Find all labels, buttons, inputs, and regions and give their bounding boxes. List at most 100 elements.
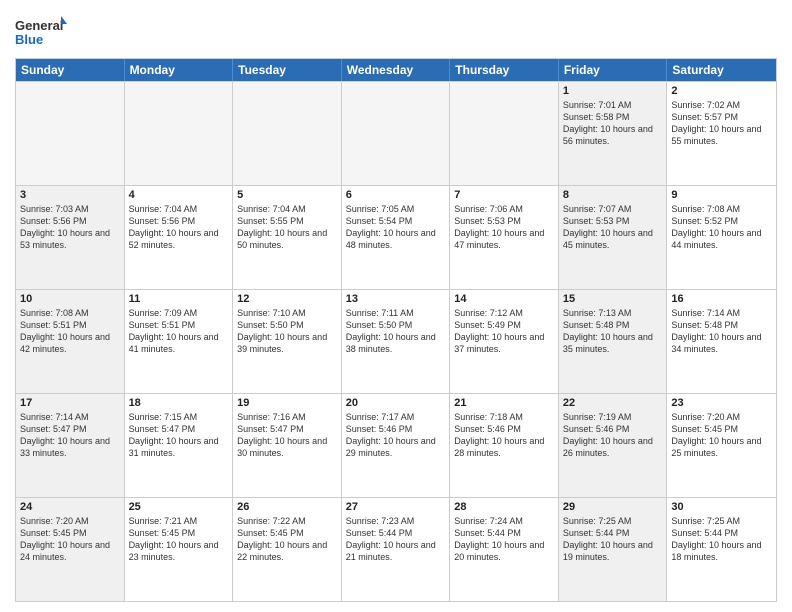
cal-cell-day-23: 23Sunrise: 7:20 AM Sunset: 5:45 PM Dayli… [667,394,776,497]
day-info: Sunrise: 7:04 AM Sunset: 5:56 PM Dayligh… [129,203,229,252]
day-info: Sunrise: 7:08 AM Sunset: 5:51 PM Dayligh… [20,307,120,356]
day-number: 13 [346,293,446,305]
day-number: 3 [20,189,120,201]
day-info: Sunrise: 7:05 AM Sunset: 5:54 PM Dayligh… [346,203,446,252]
calendar: SundayMondayTuesdayWednesdayThursdayFrid… [15,58,777,602]
day-number: 28 [454,501,554,513]
day-info: Sunrise: 7:15 AM Sunset: 5:47 PM Dayligh… [129,411,229,460]
svg-text:Blue: Blue [15,32,43,47]
cal-header-saturday: Saturday [667,59,776,81]
day-info: Sunrise: 7:12 AM Sunset: 5:49 PM Dayligh… [454,307,554,356]
day-info: Sunrise: 7:23 AM Sunset: 5:44 PM Dayligh… [346,515,446,564]
day-number: 15 [563,293,663,305]
day-info: Sunrise: 7:20 AM Sunset: 5:45 PM Dayligh… [20,515,120,564]
cal-cell-day-18: 18 Sunrise: 7:15 AM Sunset: 5:47 PM Dayli… [125,394,234,497]
day-info: Sunrise: 7:06 AM Sunset: 5:53 PM Dayligh… [454,203,554,252]
cal-cell-day-13: 13 Sunrise: 7:11 AM Sunset: 5:50 PM Dayli… [342,290,451,393]
cal-cell-day-20: 20 Sunrise: 7:17 AM Sunset: 5:46 PM Dayli… [342,394,451,497]
cal-row-1: 3Sunrise: 7:03 AM Sunset: 5:56 PM Daylig… [16,185,776,289]
day-number: 1 [563,85,663,97]
day-number: 16 [671,293,772,305]
day-info: Sunrise: 7:14 AM Sunset: 5:48 PM Dayligh… [671,307,772,356]
cal-cell-day-8: 8 Sunrise: 7:07 AM Sunset: 5:53 PM Daylig… [559,186,668,289]
day-info: Sunrise: 7:09 AM Sunset: 5:51 PM Dayligh… [129,307,229,356]
cal-cell-day-14: 14 Sunrise: 7:12 AM Sunset: 5:49 PM Dayli… [450,290,559,393]
cal-cell-day-17: 17Sunrise: 7:14 AM Sunset: 5:47 PM Dayli… [16,394,125,497]
cal-cell-day-9: 9Sunrise: 7:08 AM Sunset: 5:52 PM Daylig… [667,186,776,289]
day-number: 29 [563,501,663,513]
day-number: 21 [454,397,554,409]
day-number: 4 [129,189,229,201]
cal-cell-empty [342,82,451,185]
day-number: 23 [671,397,772,409]
day-number: 18 [129,397,229,409]
day-number: 8 [563,189,663,201]
day-info: Sunrise: 7:10 AM Sunset: 5:50 PM Dayligh… [237,307,337,356]
day-number: 14 [454,293,554,305]
day-info: Sunrise: 7:16 AM Sunset: 5:47 PM Dayligh… [237,411,337,460]
page: General Blue SundayMondayTuesdayWednesda… [0,0,792,612]
day-number: 26 [237,501,337,513]
logo: General Blue [15,14,67,50]
cal-cell-day-21: 21Sunrise: 7:18 AM Sunset: 5:46 PM Dayli… [450,394,559,497]
logo-svg: General Blue [15,14,67,50]
day-info: Sunrise: 7:17 AM Sunset: 5:46 PM Dayligh… [346,411,446,460]
calendar-body: 1 Sunrise: 7:01 AM Sunset: 5:58 PM Daylig… [16,81,776,601]
cal-cell-day-12: 12Sunrise: 7:10 AM Sunset: 5:50 PM Dayli… [233,290,342,393]
cal-header-sunday: Sunday [16,59,125,81]
day-info: Sunrise: 7:13 AM Sunset: 5:48 PM Dayligh… [563,307,663,356]
day-number: 22 [563,397,663,409]
cal-cell-day-7: 7 Sunrise: 7:06 AM Sunset: 5:53 PM Daylig… [450,186,559,289]
cal-cell-day-24: 24 Sunrise: 7:20 AM Sunset: 5:45 PM Dayli… [16,498,125,601]
cal-row-3: 17Sunrise: 7:14 AM Sunset: 5:47 PM Dayli… [16,393,776,497]
day-number: 25 [129,501,229,513]
cal-cell-empty [450,82,559,185]
day-info: Sunrise: 7:01 AM Sunset: 5:58 PM Dayligh… [563,99,663,148]
day-number: 2 [671,85,772,97]
cal-cell-day-1: 1 Sunrise: 7:01 AM Sunset: 5:58 PM Daylig… [559,82,668,185]
day-number: 24 [20,501,120,513]
cal-cell-day-30: 30 Sunrise: 7:25 AM Sunset: 5:44 PM Dayli… [667,498,776,601]
day-info: Sunrise: 7:07 AM Sunset: 5:53 PM Dayligh… [563,203,663,252]
day-info: Sunrise: 7:22 AM Sunset: 5:45 PM Dayligh… [237,515,337,564]
day-number: 17 [20,397,120,409]
day-number: 20 [346,397,446,409]
header: General Blue [15,10,777,50]
day-number: 27 [346,501,446,513]
cal-header-friday: Friday [559,59,668,81]
cal-cell-day-15: 15 Sunrise: 7:13 AM Sunset: 5:48 PM Dayli… [559,290,668,393]
day-number: 30 [671,501,772,513]
cal-row-4: 24 Sunrise: 7:20 AM Sunset: 5:45 PM Dayli… [16,497,776,601]
cal-cell-day-10: 10Sunrise: 7:08 AM Sunset: 5:51 PM Dayli… [16,290,125,393]
cal-cell-empty [16,82,125,185]
day-number: 11 [129,293,229,305]
day-info: Sunrise: 7:25 AM Sunset: 5:44 PM Dayligh… [563,515,663,564]
day-number: 5 [237,189,337,201]
cal-cell-empty [233,82,342,185]
cal-cell-day-16: 16 Sunrise: 7:14 AM Sunset: 5:48 PM Dayli… [667,290,776,393]
day-info: Sunrise: 7:24 AM Sunset: 5:44 PM Dayligh… [454,515,554,564]
cal-cell-day-6: 6Sunrise: 7:05 AM Sunset: 5:54 PM Daylig… [342,186,451,289]
day-info: Sunrise: 7:25 AM Sunset: 5:44 PM Dayligh… [671,515,772,564]
calendar-header-row: SundayMondayTuesdayWednesdayThursdayFrid… [16,59,776,81]
day-number: 7 [454,189,554,201]
cal-cell-day-26: 26 Sunrise: 7:22 AM Sunset: 5:45 PM Dayli… [233,498,342,601]
cal-cell-day-11: 11 Sunrise: 7:09 AM Sunset: 5:51 PM Dayli… [125,290,234,393]
cal-row-0: 1 Sunrise: 7:01 AM Sunset: 5:58 PM Daylig… [16,81,776,185]
day-info: Sunrise: 7:21 AM Sunset: 5:45 PM Dayligh… [129,515,229,564]
cal-header-thursday: Thursday [450,59,559,81]
cal-cell-day-19: 19 Sunrise: 7:16 AM Sunset: 5:47 PM Dayli… [233,394,342,497]
day-info: Sunrise: 7:02 AM Sunset: 5:57 PM Dayligh… [671,99,772,148]
day-info: Sunrise: 7:11 AM Sunset: 5:50 PM Dayligh… [346,307,446,356]
cal-cell-day-27: 27 Sunrise: 7:23 AM Sunset: 5:44 PM Dayli… [342,498,451,601]
day-info: Sunrise: 7:08 AM Sunset: 5:52 PM Dayligh… [671,203,772,252]
cal-cell-day-4: 4 Sunrise: 7:04 AM Sunset: 5:56 PM Daylig… [125,186,234,289]
cal-cell-day-28: 28 Sunrise: 7:24 AM Sunset: 5:44 PM Dayli… [450,498,559,601]
cal-cell-day-29: 29 Sunrise: 7:25 AM Sunset: 5:44 PM Dayli… [559,498,668,601]
day-number: 19 [237,397,337,409]
cal-cell-day-3: 3Sunrise: 7:03 AM Sunset: 5:56 PM Daylig… [16,186,125,289]
day-info: Sunrise: 7:19 AM Sunset: 5:46 PM Dayligh… [563,411,663,460]
cal-cell-day-2: 2 Sunrise: 7:02 AM Sunset: 5:57 PM Daylig… [667,82,776,185]
cal-cell-day-5: 5Sunrise: 7:04 AM Sunset: 5:55 PM Daylig… [233,186,342,289]
cal-cell-empty [125,82,234,185]
